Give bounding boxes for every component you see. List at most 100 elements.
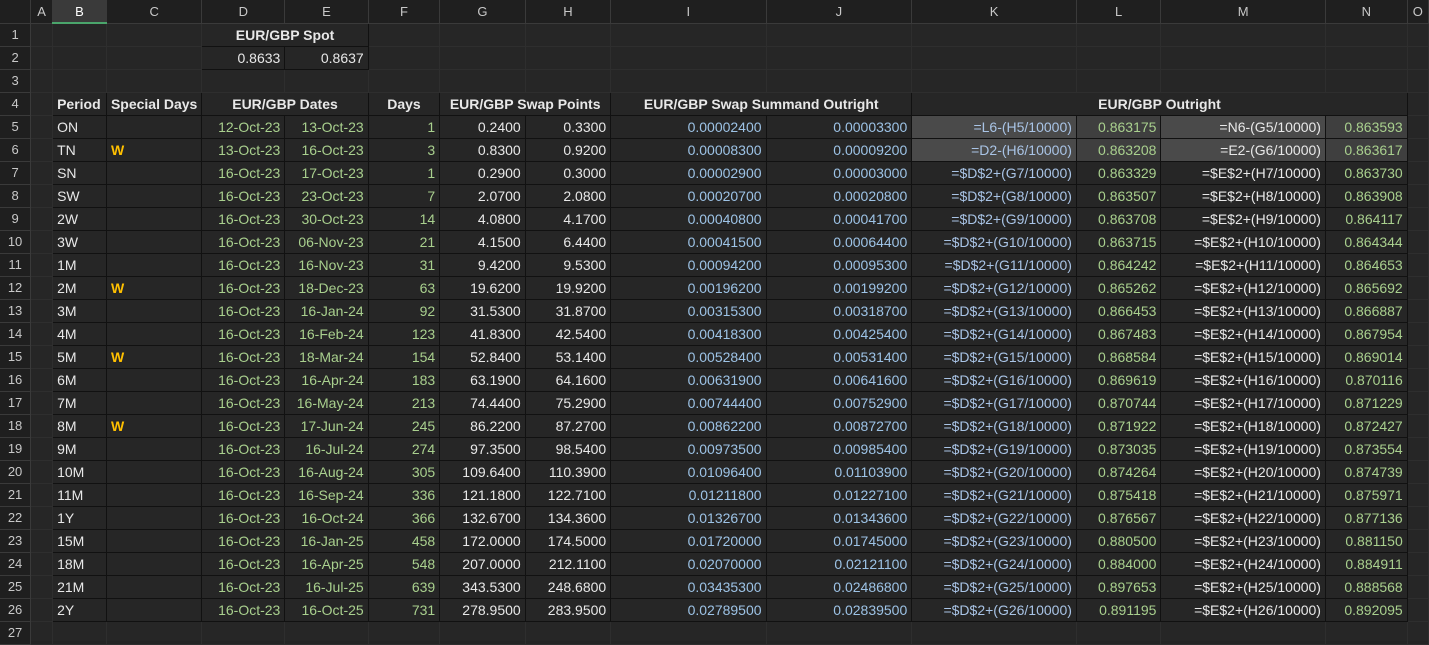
end-date-cell[interactable]: 17-Jun-24 — [284, 413, 369, 438]
outright-bid-cell[interactable]: 0.863507 — [1075, 183, 1162, 208]
special-days-cell[interactable] — [105, 482, 203, 507]
swap-summand-ask-cell[interactable]: 0.00425400 — [765, 321, 913, 346]
row-header-9[interactable]: 9 — [0, 207, 32, 231]
outright-bid-cell[interactable]: 0.869619 — [1075, 367, 1162, 392]
cell[interactable] — [30, 230, 54, 254]
cell[interactable] — [368, 69, 441, 93]
cell[interactable] — [1076, 46, 1162, 70]
cell[interactable] — [1407, 598, 1429, 622]
cell[interactable] — [30, 322, 54, 346]
outright-ask-cell[interactable]: 0.881150 — [1324, 528, 1408, 553]
start-date-cell[interactable]: 16-Oct-23 — [201, 298, 286, 323]
start-date-cell[interactable]: 16-Oct-23 — [201, 252, 286, 277]
cell[interactable] — [30, 253, 54, 277]
swap-summand-bid-cell[interactable]: 0.00020700 — [610, 183, 767, 208]
cell[interactable] — [30, 23, 54, 47]
row-header-20[interactable]: 20 — [0, 460, 32, 484]
outright-ask-formula-cell[interactable]: =$E$2+(H20/10000) — [1160, 459, 1326, 484]
days-cell[interactable]: 274 — [367, 436, 441, 461]
days-cell[interactable]: 458 — [367, 528, 441, 553]
end-date-cell[interactable]: 18-Mar-24 — [284, 344, 369, 369]
cell[interactable] — [1407, 414, 1429, 438]
outright-bid-formula-cell[interactable]: =$D$2+(G11/10000) — [911, 252, 1077, 277]
swap-summand-bid-cell[interactable]: 0.00973500 — [610, 436, 767, 461]
swap-summand-ask-cell[interactable]: 0.00003000 — [765, 160, 913, 185]
days-cell[interactable]: 213 — [367, 390, 441, 415]
outright-ask-formula-cell[interactable]: =$E$2+(H10/10000) — [1160, 229, 1326, 254]
swap-summand-bid-cell[interactable]: 0.02789500 — [610, 597, 767, 622]
swap-summand-bid-cell[interactable]: 0.00002900 — [610, 160, 767, 185]
start-date-cell[interactable]: 16-Oct-23 — [201, 390, 286, 415]
row-header-2[interactable]: 2 — [0, 46, 32, 70]
outright-ask-formula-cell[interactable]: =$E$2+(H25/10000) — [1160, 574, 1326, 599]
swap-points-ask-cell[interactable]: 0.3000 — [524, 160, 612, 185]
cell[interactable] — [1076, 23, 1162, 47]
start-date-cell[interactable]: 16-Oct-23 — [201, 344, 286, 369]
cell[interactable] — [1325, 69, 1408, 93]
outright-ask-cell[interactable]: 0.875971 — [1324, 482, 1408, 507]
spot-bid-cell[interactable]: 0.8633 — [201, 45, 286, 70]
outright-bid-formula-cell[interactable]: =$D$2+(G13/10000) — [911, 298, 1077, 323]
days-cell[interactable]: 1 — [367, 114, 441, 139]
outright-ask-cell[interactable]: 0.888568 — [1324, 574, 1408, 599]
end-date-cell[interactable]: 18-Dec-23 — [284, 275, 369, 300]
swap-summand-bid-cell[interactable]: 0.01211800 — [610, 482, 767, 507]
days-cell[interactable]: 92 — [367, 298, 441, 323]
end-date-cell[interactable]: 16-Jan-24 — [284, 298, 369, 323]
outright-ask-formula-cell[interactable]: =$E$2+(H24/10000) — [1160, 551, 1326, 576]
special-days-cell[interactable] — [105, 114, 203, 139]
swap-points-bid-cell[interactable]: 2.0700 — [439, 183, 526, 208]
swap-points-ask-cell[interactable]: 110.3900 — [524, 459, 612, 484]
swap-summand-ask-cell[interactable]: 0.00064400 — [765, 229, 913, 254]
outright-ask-formula-cell[interactable]: =$E$2+(H18/10000) — [1160, 413, 1326, 438]
outright-ask-cell[interactable]: 0.863617 — [1324, 137, 1408, 162]
cell[interactable] — [30, 391, 54, 415]
cell[interactable] — [30, 276, 54, 300]
column-header-n[interactable]: N — [1325, 0, 1408, 24]
swap-points-bid-cell[interactable]: 0.8300 — [439, 137, 526, 162]
cell[interactable] — [1407, 529, 1429, 553]
start-date-cell[interactable]: 16-Oct-23 — [201, 183, 286, 208]
cell[interactable] — [30, 483, 54, 507]
special-days-cell[interactable] — [105, 459, 203, 484]
swap-summand-bid-cell[interactable]: 0.00631900 — [610, 367, 767, 392]
outright-ask-cell[interactable]: 0.869014 — [1324, 344, 1408, 369]
outright-bid-cell[interactable]: 0.863208 — [1075, 137, 1162, 162]
end-date-cell[interactable]: 16-Jan-25 — [284, 528, 369, 553]
swap-points-bid-cell[interactable]: 0.2900 — [439, 160, 526, 185]
swap-summand-ask-cell[interactable]: 0.00752900 — [765, 390, 913, 415]
outright-ask-cell[interactable]: 0.864653 — [1324, 252, 1408, 277]
swap-summand-bid-cell[interactable]: 0.00002400 — [610, 114, 767, 139]
days-cell[interactable]: 154 — [367, 344, 441, 369]
outright-ask-formula-cell[interactable]: =$E$2+(H19/10000) — [1160, 436, 1326, 461]
cell[interactable] — [525, 23, 612, 47]
days-cell[interactable]: 305 — [367, 459, 441, 484]
outright-ask-formula-cell[interactable]: =$E$2+(H14/10000) — [1160, 321, 1326, 346]
start-date-cell[interactable]: 16-Oct-23 — [201, 413, 286, 438]
column-header-h[interactable]: H — [525, 0, 612, 24]
outright-bid-formula-cell[interactable]: =$D$2+(G15/10000) — [911, 344, 1077, 369]
special-days-cell[interactable]: W — [105, 137, 203, 162]
swap-points-ask-cell[interactable]: 122.7100 — [524, 482, 612, 507]
cell[interactable] — [106, 46, 203, 70]
swap-points-bid-cell[interactable]: 9.4200 — [439, 252, 526, 277]
days-cell[interactable]: 31 — [367, 252, 441, 277]
row-header-12[interactable]: 12 — [0, 276, 32, 300]
outright-ask-cell[interactable]: 0.871229 — [1324, 390, 1408, 415]
outright-ask-formula-cell[interactable]: =$E$2+(H7/10000) — [1160, 160, 1326, 185]
row-header-23[interactable]: 23 — [0, 529, 32, 553]
outright-ask-formula-cell[interactable]: =$E$2+(H8/10000) — [1160, 183, 1326, 208]
swap-summand-ask-cell[interactable]: 0.01745000 — [765, 528, 913, 553]
swap-summand-ask-cell[interactable]: 0.00318700 — [765, 298, 913, 323]
cell[interactable] — [439, 23, 526, 47]
period-cell[interactable]: TN — [52, 137, 107, 162]
column-header-a[interactable]: A — [30, 0, 54, 24]
cell[interactable] — [1407, 506, 1429, 530]
outright-bid-cell[interactable]: 0.865262 — [1075, 275, 1162, 300]
cell[interactable] — [1407, 207, 1429, 231]
cell[interactable] — [30, 207, 54, 231]
outright-ask-formula-cell[interactable]: =$E$2+(H22/10000) — [1160, 505, 1326, 530]
row-header-19[interactable]: 19 — [0, 437, 32, 461]
cell[interactable] — [1160, 23, 1326, 47]
cell[interactable] — [106, 23, 203, 47]
